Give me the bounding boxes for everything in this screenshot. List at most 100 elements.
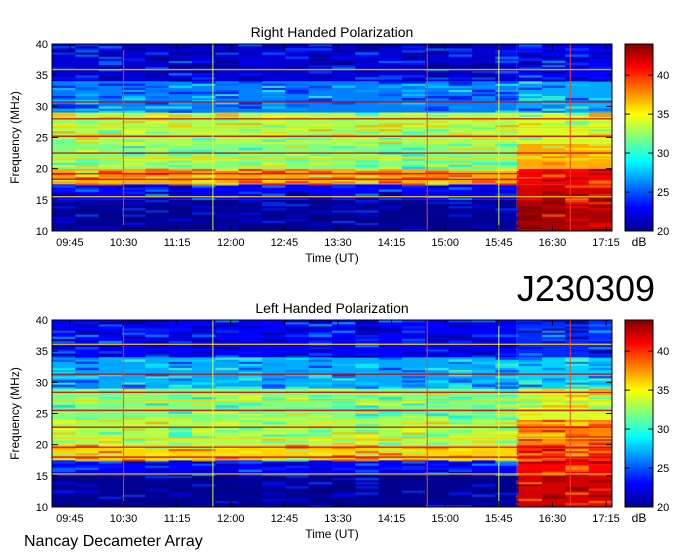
noise-streak <box>588 347 612 350</box>
noise-streak <box>355 344 379 348</box>
noise-streak <box>472 361 496 364</box>
noise-streak <box>122 332 146 335</box>
noise-streak <box>145 340 169 344</box>
noise-streak <box>448 500 472 504</box>
noise-streak <box>588 396 612 400</box>
noise-streak <box>402 50 426 53</box>
noise-streak <box>192 388 216 391</box>
noise-streak <box>52 189 76 192</box>
colorbar-label: dB <box>632 511 647 525</box>
dynamic-spectrum-figure: Right Handed Polarization 10152025303540… <box>8 24 669 550</box>
noise-streak <box>262 170 286 174</box>
noise-streak <box>355 392 379 396</box>
noise-streak <box>402 477 426 481</box>
noise-streak <box>238 220 262 223</box>
noise-streak <box>332 492 356 495</box>
noise-streak <box>565 349 589 352</box>
noise-streak <box>565 396 589 400</box>
colorbar-tick-label: 25 <box>657 187 669 199</box>
noise-streak <box>472 203 496 207</box>
noise-streak <box>52 469 76 472</box>
noise-streak <box>75 479 99 483</box>
noise-streak <box>425 347 449 350</box>
noise-streak <box>122 48 146 51</box>
noise-streak <box>168 52 192 55</box>
noise-streak <box>262 386 286 389</box>
noise-streak <box>168 428 192 431</box>
noise-streak <box>518 469 542 472</box>
noise-streak <box>518 60 542 63</box>
noise-streak <box>145 85 169 88</box>
noise-streak <box>518 122 542 126</box>
noise-streak <box>448 120 472 124</box>
noise-streak <box>262 203 286 207</box>
noise-streak <box>262 477 286 481</box>
noise-streak <box>402 465 426 468</box>
noise-streak <box>542 448 566 452</box>
noise-streak <box>52 388 76 391</box>
noise-streak <box>518 133 542 136</box>
noise-streak <box>98 419 122 423</box>
noise-streak <box>425 367 449 371</box>
x-tick-label: 11:15 <box>164 237 191 249</box>
colorbar-tick-label: 20 <box>657 502 669 514</box>
noise-streak <box>425 185 449 188</box>
noise-streak <box>75 322 99 325</box>
x-axis-label: Time (UT) <box>305 251 359 265</box>
noise-streak <box>52 95 76 99</box>
noise-streak <box>565 419 589 423</box>
noise-streak <box>52 114 76 118</box>
noise-streak <box>355 407 379 410</box>
noise-streak <box>308 349 332 352</box>
x-tick-label: 14:15 <box>378 237 406 249</box>
noise-streak <box>308 87 332 91</box>
noise-streak <box>308 85 332 88</box>
noise-streak <box>122 430 146 433</box>
noise-streak <box>332 133 356 136</box>
noise-streak <box>332 421 356 425</box>
noise-streak <box>308 216 332 219</box>
noise-streak <box>588 500 612 504</box>
noise-streak <box>192 206 216 209</box>
noise-streak <box>98 440 122 443</box>
colorbar: 2025303540dB <box>624 43 669 249</box>
noise-streak <box>308 407 332 410</box>
noise-streak <box>402 56 426 59</box>
noise-streak <box>192 477 216 481</box>
noise-streak <box>518 226 542 230</box>
noise-streak <box>542 64 566 68</box>
noise-streak <box>448 83 472 86</box>
noise-streak <box>192 382 216 385</box>
noise-streak <box>168 411 192 414</box>
noise-streak <box>238 428 262 431</box>
noise-streak <box>565 164 589 167</box>
noise-streak <box>52 50 76 53</box>
noise-streak <box>542 326 566 329</box>
noise-streak <box>425 91 449 95</box>
noise-streak <box>285 91 309 95</box>
noise-streak <box>215 386 239 389</box>
noise-streak <box>448 197 472 201</box>
noise-streak <box>285 181 309 184</box>
noise-streak <box>215 95 239 99</box>
noise-streak <box>52 162 76 165</box>
noise-streak <box>75 330 99 333</box>
noise-streak <box>518 206 542 209</box>
noise-streak <box>262 332 286 335</box>
noise-streak <box>332 181 356 184</box>
noise-streak <box>378 502 402 506</box>
noise-streak <box>168 442 192 445</box>
noise-streak <box>355 434 379 437</box>
noise-streak <box>588 108 612 111</box>
noise-streak <box>518 347 542 350</box>
noise-streak <box>332 170 356 174</box>
noise-streak <box>332 212 356 215</box>
noise-streak <box>98 56 122 59</box>
noise-streak <box>565 210 589 213</box>
noise-streak <box>332 479 356 483</box>
noise-streak <box>518 407 542 410</box>
noise-streak <box>588 324 612 327</box>
noise-streak <box>285 434 309 437</box>
noise-streak <box>52 52 76 55</box>
noise-streak <box>565 64 589 68</box>
